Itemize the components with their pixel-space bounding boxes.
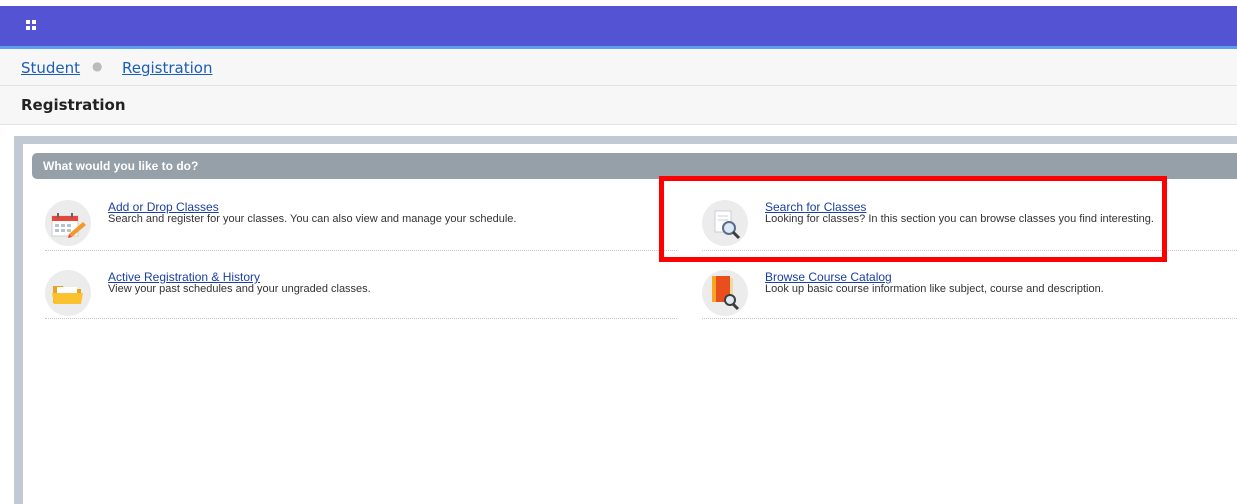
breadcrumb: Student ● Registration [0, 49, 1237, 86]
book-search-icon [702, 270, 748, 316]
divider [45, 318, 677, 319]
page-title-bar: Registration [0, 86, 1237, 125]
top-bar [0, 6, 1237, 49]
folder-icon [45, 270, 91, 316]
calendar-pencil-icon [45, 200, 91, 246]
add-drop-classes-link[interactable]: Add or Drop Classes [108, 200, 219, 214]
grid-menu-icon[interactable] [26, 20, 36, 30]
highlight-box [659, 176, 1167, 262]
browse-catalog-item[interactable]: Browse Course Catalog Look up basic cour… [702, 270, 1222, 320]
browse-catalog-description: Look up basic course information like su… [765, 283, 1104, 295]
browse-catalog-link[interactable]: Browse Course Catalog [765, 270, 892, 284]
breadcrumb-registration-link[interactable]: Registration [122, 59, 212, 77]
breadcrumb-separator: ● [92, 59, 103, 73]
active-registration-link[interactable]: Active Registration & History [108, 270, 260, 284]
add-drop-classes-item[interactable]: Add or Drop Classes Search and register … [45, 200, 685, 250]
section-header-label: What would you like to do? [43, 159, 199, 173]
active-registration-description: View your past schedules and your ungrad… [108, 283, 371, 295]
page-title: Registration [21, 96, 126, 114]
divider [45, 250, 677, 251]
add-drop-classes-description: Search and register for your classes. Yo… [108, 213, 517, 225]
active-registration-item[interactable]: Active Registration & History View your … [45, 270, 685, 320]
breadcrumb-student-link[interactable]: Student [21, 59, 80, 77]
divider [702, 318, 1237, 319]
